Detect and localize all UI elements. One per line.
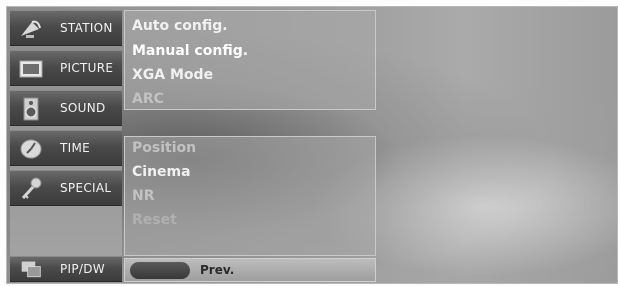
sidebar-item-pip[interactable]: PIP/DW bbox=[10, 256, 122, 282]
prev-label: Prev. bbox=[200, 263, 235, 277]
menu-item-nr[interactable]: NR bbox=[132, 188, 155, 204]
speaker-icon bbox=[23, 97, 39, 121]
menu-item-arc[interactable]: ARC bbox=[132, 91, 164, 107]
menu-item-xga-mode[interactable]: XGA Mode bbox=[132, 67, 213, 83]
menu-item-manual-config[interactable]: Manual config. bbox=[132, 43, 248, 59]
sidebar-item-time[interactable]: TIME bbox=[10, 130, 122, 166]
sidebar-item-label: SPECIAL bbox=[60, 181, 112, 195]
tv-screen-icon bbox=[19, 60, 43, 78]
sidebar-item-label: STATION bbox=[60, 21, 113, 35]
sidebar-item-label: SOUND bbox=[60, 101, 106, 115]
pip-windows-icon bbox=[21, 261, 41, 278]
menu-item-auto-config[interactable]: Auto config. bbox=[132, 18, 228, 34]
prev-button[interactable] bbox=[130, 262, 190, 279]
sidebar-item-special[interactable]: SPECIAL bbox=[10, 170, 122, 206]
key-icon bbox=[21, 177, 42, 200]
sidebar-item-sound[interactable]: SOUND bbox=[10, 90, 122, 126]
menu-item-cinema[interactable]: Cinema bbox=[132, 164, 191, 180]
menu-item-position[interactable]: Position bbox=[132, 140, 196, 156]
satellite-dish-icon bbox=[21, 20, 41, 38]
sidebar-item-label: TIME bbox=[60, 141, 91, 155]
sidebar-item-station[interactable]: STATION bbox=[10, 10, 122, 46]
menu-item-reset[interactable]: Reset bbox=[132, 212, 177, 228]
sidebar-item-label: PIP/DW bbox=[60, 262, 105, 276]
sidebar-item-label: PICTURE bbox=[60, 61, 114, 75]
clock-icon bbox=[20, 139, 42, 159]
sidebar-item-picture[interactable]: PICTURE bbox=[10, 50, 122, 86]
